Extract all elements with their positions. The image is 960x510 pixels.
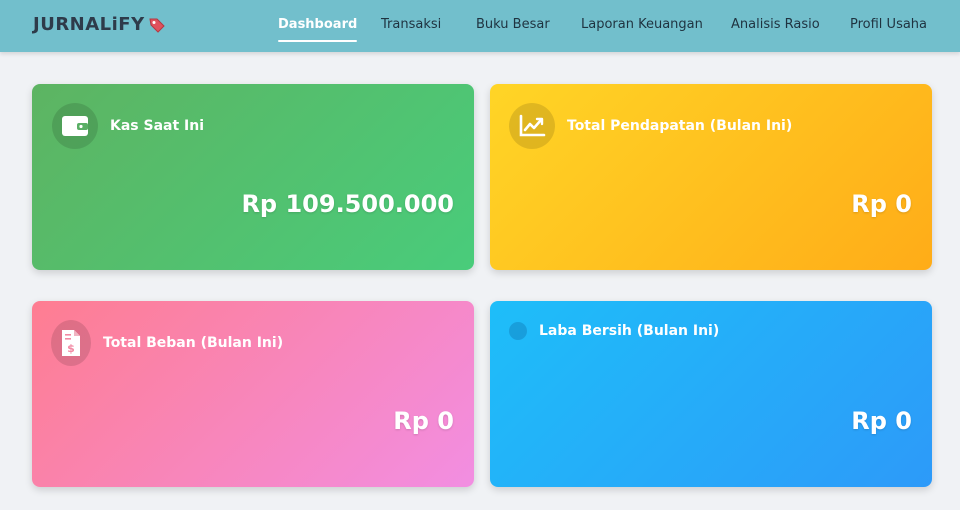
kas-value: Rp 109.500.000 bbox=[241, 190, 454, 218]
bookmark-icon bbox=[147, 15, 167, 35]
beban-title: Total Beban (Bulan Ini) bbox=[103, 335, 284, 351]
nav-analisis-rasio[interactable]: Analisis Rasio bbox=[731, 17, 820, 32]
nav-profil-usaha[interactable]: Profil Usaha bbox=[850, 17, 927, 32]
active-tab-indicator bbox=[278, 40, 358, 42]
nav-buku-besar[interactable]: Buku Besar bbox=[476, 17, 550, 32]
kas-card: Kas Saat Ini Rp 109.500.000 bbox=[32, 84, 474, 270]
laba-value: Rp 0 bbox=[851, 407, 912, 435]
nav-buku-besar-label: Buku Besar bbox=[476, 17, 550, 32]
nav-analisis-rasio-label: Analisis Rasio bbox=[731, 17, 820, 32]
svg-text:$: $ bbox=[67, 342, 75, 355]
nav-laporan-keuangan-label: Laporan Keuangan bbox=[581, 17, 703, 32]
nav-laporan-keuangan[interactable]: Laporan Keuangan bbox=[581, 17, 703, 32]
invoice-dollar-icon: $ bbox=[51, 320, 91, 366]
top-navbar: JURNALiFY Dashboard Transaksi Buku Besar… bbox=[0, 0, 960, 52]
pendapatan-value: Rp 0 bbox=[851, 190, 912, 218]
nav-transaksi[interactable]: Transaksi bbox=[381, 17, 441, 32]
laba-title: Laba Bersih (Bulan Ini) bbox=[539, 323, 720, 339]
kas-title: Kas Saat Ini bbox=[110, 118, 205, 134]
brand-name: JURNALiFY bbox=[33, 14, 145, 35]
nav-transaksi-label: Transaksi bbox=[381, 17, 442, 32]
beban-card: $ Total Beban (Bulan Ini) Rp 0 bbox=[32, 301, 474, 487]
nav-dashboard[interactable]: Dashboard bbox=[278, 17, 358, 42]
nav-dashboard-label: Dashboard bbox=[278, 17, 358, 32]
wallet-icon bbox=[52, 103, 98, 149]
laba-card: Laba Bersih (Bulan Ini) Rp 0 bbox=[490, 301, 932, 487]
circle-icon bbox=[509, 322, 527, 340]
brand-logo[interactable]: JURNALiFY bbox=[33, 14, 167, 35]
pendapatan-card: Total Pendapatan (Bulan Ini) Rp 0 bbox=[490, 84, 932, 270]
pendapatan-title: Total Pendapatan (Bulan Ini) bbox=[567, 118, 793, 134]
beban-value: Rp 0 bbox=[393, 407, 454, 435]
chart-line-icon bbox=[509, 103, 555, 149]
nav-profil-usaha-label: Profil Usaha bbox=[850, 17, 928, 32]
